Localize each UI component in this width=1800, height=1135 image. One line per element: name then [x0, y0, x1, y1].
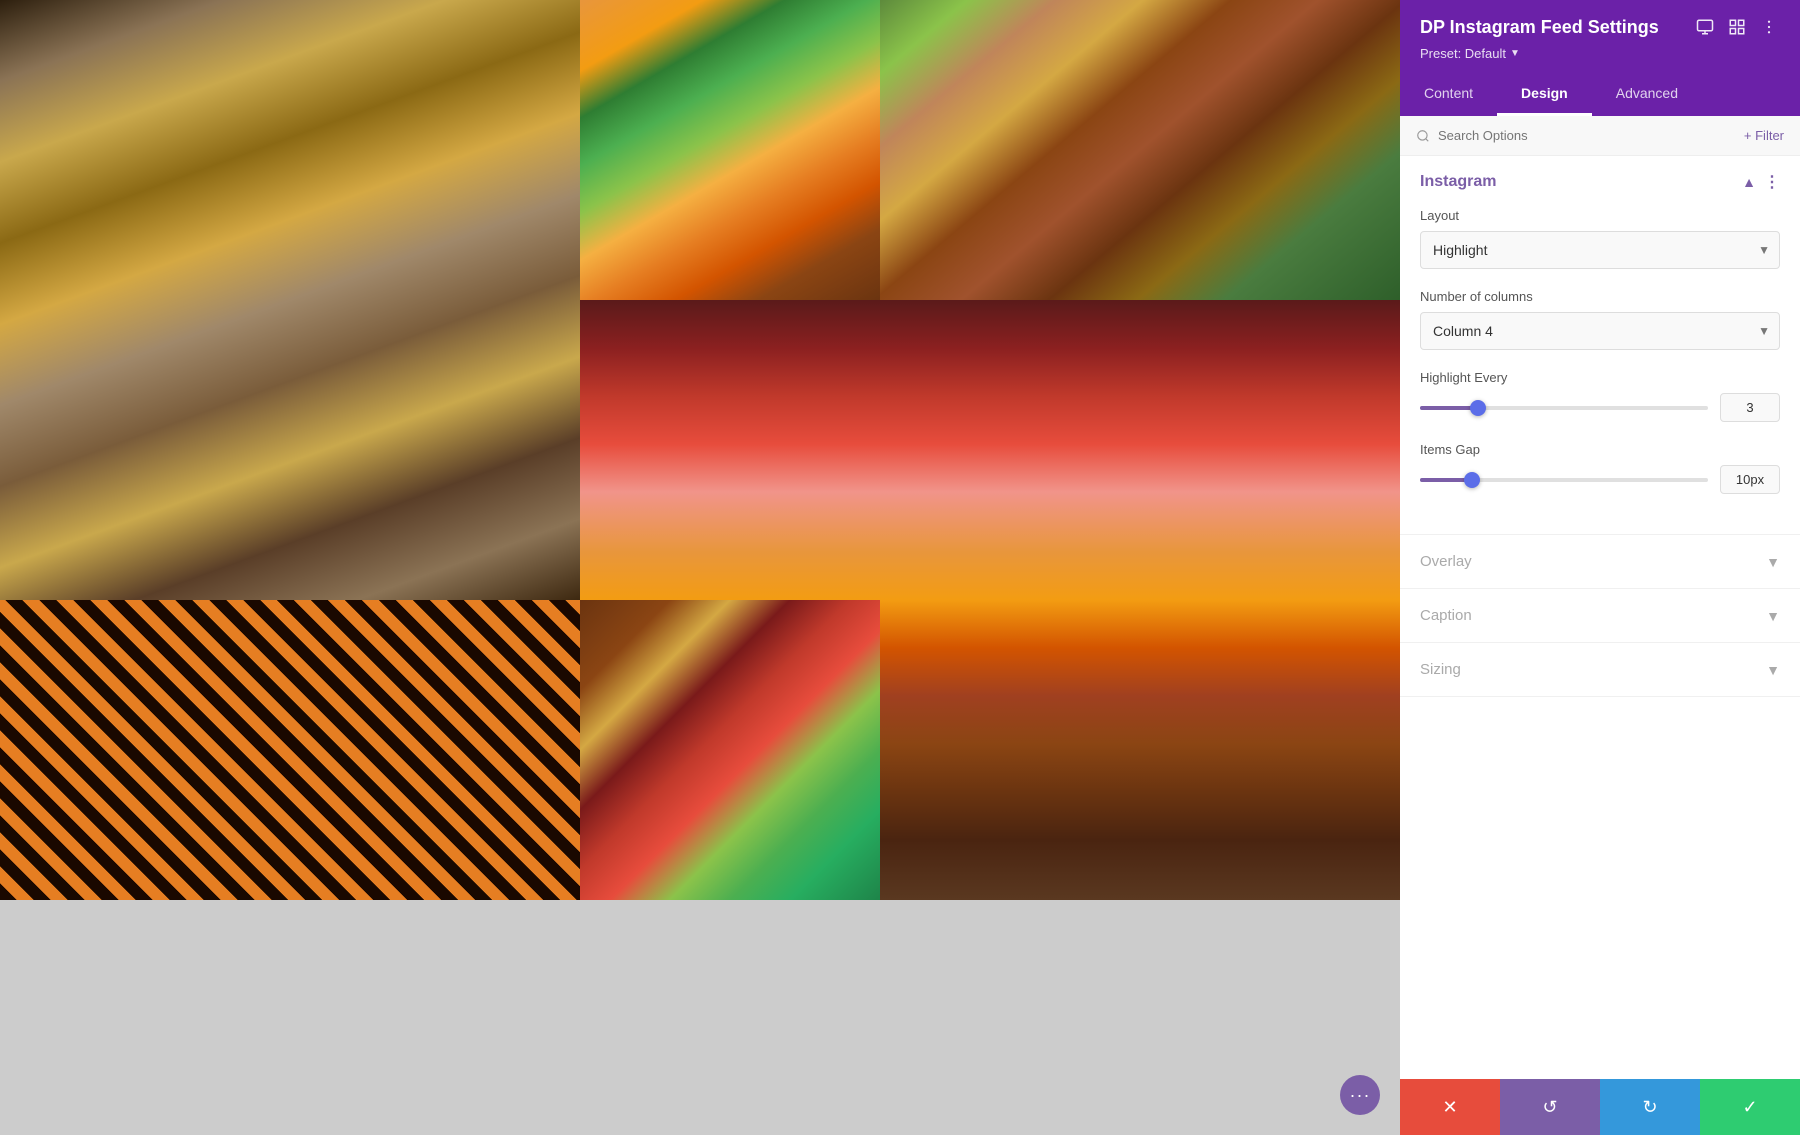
layout-field-group: Layout Grid Highlight Masonry Slider ▼ [1420, 208, 1780, 269]
highlight-every-slider-row: 3 [1420, 393, 1780, 422]
instagram-more-icon[interactable]: ⋮ [1764, 172, 1780, 192]
caption-section: Caption ▼ [1400, 589, 1800, 643]
action-bar: ✕ ↺ ↻ ✓ [1400, 1079, 1800, 1135]
filter-label: + Filter [1744, 128, 1784, 143]
menu-dots-icon: ··· [1350, 1085, 1371, 1106]
redo-button[interactable]: ↻ [1600, 1079, 1700, 1135]
search-bar: + Filter [1400, 116, 1800, 156]
undo-button[interactable]: ↺ [1500, 1079, 1600, 1135]
header-icons [1694, 16, 1780, 38]
items-gap-thumb[interactable] [1464, 472, 1480, 488]
overlay-section-header[interactable]: Overlay ▼ [1400, 535, 1800, 588]
columns-label: Number of columns [1420, 289, 1780, 304]
items-gap-slider-row: 10px [1420, 465, 1780, 494]
highlight-every-track[interactable] [1420, 406, 1708, 410]
sizing-chevron: ▼ [1766, 662, 1780, 678]
tab-design[interactable]: Design [1497, 73, 1592, 116]
panel-body: + Filter Instagram ▲ ⋮ Layout Grid [1400, 116, 1800, 1079]
settings-panel: DP Instagram Feed Settings [1400, 0, 1800, 1135]
confirm-button[interactable]: ✓ [1700, 1079, 1800, 1135]
photo-menu-button[interactable]: ··· [1340, 1075, 1380, 1115]
cancel-icon: ✕ [1442, 1097, 1457, 1118]
layout-select[interactable]: Grid Highlight Masonry Slider [1420, 231, 1780, 269]
filter-button[interactable]: + Filter [1744, 128, 1784, 143]
instagram-collapse-chevron[interactable]: ▲ [1742, 174, 1756, 190]
preset-dropdown-arrow[interactable]: ▼ [1510, 48, 1520, 59]
panel-title: DP Instagram Feed Settings [1420, 17, 1659, 38]
panel-header: DP Instagram Feed Settings [1400, 0, 1800, 73]
cancel-button[interactable]: ✕ [1400, 1079, 1500, 1135]
photo-3 [880, 0, 1400, 300]
tab-advanced[interactable]: Advanced [1592, 73, 1702, 116]
preset-label[interactable]: Preset: Default [1420, 46, 1506, 61]
photo-5 [0, 600, 580, 900]
layout-icon[interactable] [1726, 16, 1748, 38]
items-gap-label: Items Gap [1420, 442, 1780, 457]
highlight-every-label: Highlight Every [1420, 370, 1780, 385]
responsive-icon[interactable] [1694, 16, 1716, 38]
confirm-icon: ✓ [1742, 1097, 1757, 1118]
overlay-chevron: ▼ [1766, 554, 1780, 570]
caption-section-header[interactable]: Caption ▼ [1400, 589, 1800, 642]
photo-1 [0, 0, 580, 600]
photo-6 [580, 600, 880, 900]
caption-chevron: ▼ [1766, 608, 1780, 624]
panel-title-row: DP Instagram Feed Settings [1420, 16, 1780, 38]
sizing-section-header[interactable]: Sizing ▼ [1400, 643, 1800, 696]
sizing-section: Sizing ▼ [1400, 643, 1800, 697]
photo-2 [580, 0, 880, 300]
search-input[interactable] [1438, 128, 1736, 143]
highlight-every-value[interactable]: 3 [1720, 393, 1780, 422]
sizing-title: Sizing [1420, 661, 1461, 678]
items-gap-track[interactable] [1420, 478, 1708, 482]
overlay-section: Overlay ▼ [1400, 535, 1800, 589]
columns-select-wrapper: Column 1 Column 2 Column 3 Column 4 Colu… [1420, 312, 1780, 350]
instagram-photo-grid [0, 0, 1400, 1135]
highlight-every-thumb[interactable] [1470, 400, 1486, 416]
redo-icon: ↻ [1642, 1097, 1657, 1118]
instagram-section-content: Layout Grid Highlight Masonry Slider ▼ N… [1400, 208, 1800, 534]
preset-row: Preset: Default ▼ [1420, 46, 1780, 61]
instagram-section-title: Instagram [1420, 173, 1496, 191]
instagram-section: Instagram ▲ ⋮ Layout Grid Highlight Maso… [1400, 156, 1800, 535]
undo-icon: ↺ [1542, 1097, 1557, 1118]
more-options-icon[interactable] [1758, 16, 1780, 38]
photo-grid-area: ··· [0, 0, 1400, 1135]
columns-select[interactable]: Column 1 Column 2 Column 3 Column 4 Colu… [1420, 312, 1780, 350]
layout-select-wrapper: Grid Highlight Masonry Slider ▼ [1420, 231, 1780, 269]
highlight-every-group: Highlight Every 3 [1420, 370, 1780, 422]
section-header-right: ▲ ⋮ [1742, 172, 1780, 192]
panel-tabs: Content Design Advanced [1400, 73, 1800, 116]
columns-field-group: Number of columns Column 1 Column 2 Colu… [1420, 289, 1780, 350]
caption-title: Caption [1420, 607, 1472, 624]
items-gap-group: Items Gap 10px [1420, 442, 1780, 494]
search-icon [1416, 129, 1430, 143]
layout-label: Layout [1420, 208, 1780, 223]
overlay-title: Overlay [1420, 553, 1472, 570]
items-gap-value[interactable]: 10px [1720, 465, 1780, 494]
tab-content[interactable]: Content [1400, 73, 1497, 116]
instagram-section-header[interactable]: Instagram ▲ ⋮ [1400, 156, 1800, 208]
